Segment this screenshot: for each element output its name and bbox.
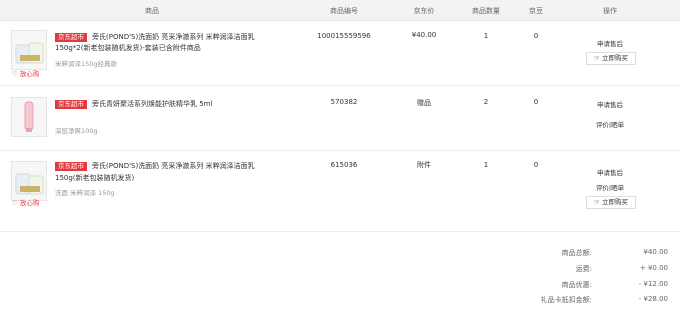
review-link[interactable]: 评价|晒单: [596, 119, 624, 129]
sku-number: 570382: [330, 98, 358, 106]
product-image-icon: [15, 173, 44, 195]
product-thumbnail[interactable]: [11, 161, 47, 201]
summary-value: - ¥28.00: [638, 295, 668, 303]
product-name[interactable]: 旁氏(POND'S)洗面奶 亮采净澈系列 米粹润泽洁面乳: [92, 161, 255, 172]
product-image-icon: [24, 101, 34, 132]
product-name[interactable]: 旁氏青妍聚活系列焕能护肤精华乳 5ml: [92, 99, 212, 110]
table-row: ♡ 放心购 京东超市 旁氏(POND'S)洗面奶 亮采净澈系列 米粹润泽洁面乳 …: [0, 21, 680, 86]
summary-value: ¥40.00: [643, 248, 669, 256]
col-sku: 商品编号: [330, 7, 358, 15]
trust-badge: ♡ 放心购: [12, 199, 40, 207]
col-qty: 商品数量: [472, 7, 500, 15]
review-link[interactable]: 评价|晒单: [596, 182, 624, 192]
after-sale-link[interactable]: 申请售后: [597, 38, 623, 48]
jd-bean: 0: [533, 32, 539, 40]
col-product: 商品: [145, 7, 159, 15]
table-header: 商品 商品编号 京东价 商品数量 京豆 操作: [0, 0, 680, 21]
jd-bean: 0: [533, 161, 539, 169]
product-spec: 洗面 米粹润泽 150g: [55, 189, 115, 197]
product-thumbnail[interactable]: [11, 97, 47, 137]
summary-value: - ¥12.00: [638, 280, 668, 288]
product-spec: 深层净爽100g: [55, 127, 98, 135]
buy-again-button[interactable]: ☞ 立即购买: [586, 52, 636, 65]
col-ops: 操作: [603, 7, 617, 15]
summary-label: 商品优惠:: [561, 281, 592, 289]
after-sale-link[interactable]: 申请售后: [597, 167, 623, 177]
jd-bean: 0: [533, 98, 539, 106]
product-spec: 米粹润泽150g经典款: [55, 60, 118, 68]
table-row: 京东超市 旁氏青妍聚活系列焕能护肤精华乳 5ml 深层净爽100g 570382…: [0, 86, 680, 151]
summary-label: 礼品卡抵扣金额:: [540, 296, 592, 304]
col-price: 京东价: [413, 7, 435, 15]
product-name[interactable]: 旁氏(POND'S)洗面奶 亮采净澈系列 米粹润泽洁面乳: [92, 32, 255, 43]
col-bean: 京豆: [529, 7, 543, 15]
sku-number: 100015559596: [317, 32, 371, 40]
supermarket-badge: 京东超市: [55, 33, 87, 42]
thumb-icon: ☞: [594, 198, 600, 206]
price: 赠品: [417, 99, 431, 107]
sku-number: 615036: [330, 161, 358, 169]
supermarket-badge: 京东超市: [55, 100, 87, 109]
buy-again-button[interactable]: ☞ 立即购买: [586, 196, 636, 209]
product-image-icon: [15, 42, 44, 64]
after-sale-link[interactable]: 申请售后: [597, 99, 623, 109]
product-name-line2[interactable]: 150g*2(新老包装随机发货)-套装已含附件商品: [55, 43, 201, 54]
trust-badge: ♡ 放心购: [12, 70, 40, 78]
product-name-line2[interactable]: 150g(新老包装随机发货): [55, 173, 134, 184]
thumb-icon: ☞: [594, 54, 600, 62]
quantity: 1: [483, 32, 489, 40]
price: ¥40.00: [411, 31, 437, 39]
summary-value: + ¥0.00: [639, 264, 668, 272]
heart-icon: ♡: [12, 199, 18, 207]
summary-label: 运费:: [575, 265, 592, 273]
quantity: 1: [483, 161, 489, 169]
product-thumbnail[interactable]: [11, 30, 47, 70]
summary-label: 商品总额:: [561, 249, 592, 257]
heart-icon: ♡: [12, 70, 18, 78]
quantity: 2: [483, 98, 489, 106]
supermarket-badge: 京东超市: [55, 162, 87, 171]
table-row: ♡ 放心购 京东超市 旁氏(POND'S)洗面奶 亮采净澈系列 米粹润泽洁面乳 …: [0, 151, 680, 232]
price: 附件: [417, 161, 431, 169]
